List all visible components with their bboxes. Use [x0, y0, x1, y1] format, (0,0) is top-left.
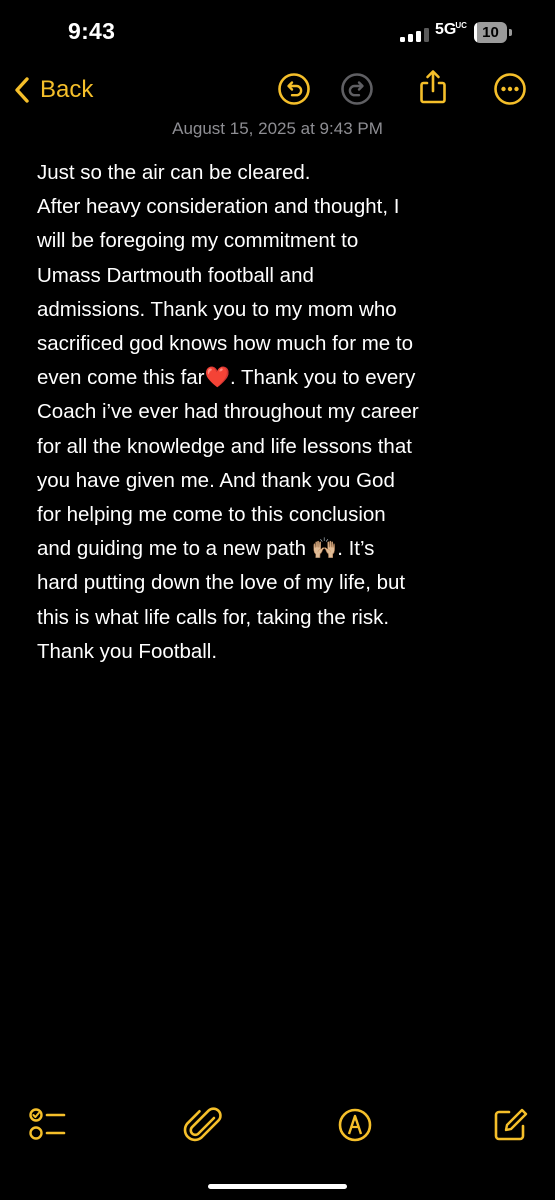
- markup-pen-icon: [338, 1108, 372, 1142]
- note-line: admissions. Thank you to my mom who: [37, 297, 397, 321]
- note-date: August 15, 2025 at 9:43 PM: [172, 119, 383, 138]
- note-line: Thank you Football.: [37, 639, 218, 663]
- more-icon: [494, 73, 526, 105]
- compose-button[interactable]: [490, 1104, 532, 1146]
- home-indicator: [208, 1184, 347, 1189]
- note-line: for helping me come to this conclusion: [37, 503, 386, 527]
- note-line: hard putting down the love of my life, b…: [37, 571, 406, 595]
- note-line: After heavy consideration and thought, I: [37, 195, 400, 219]
- chevron-left-icon: [15, 77, 29, 103]
- note-line: Umass Dartmouth football and: [37, 263, 314, 287]
- battery-level: 10: [482, 24, 499, 41]
- compose-icon: [494, 1108, 528, 1141]
- note-line: Coach i’ve ever had throughout my career: [37, 400, 419, 424]
- undo-icon: [278, 73, 310, 105]
- paperclip-icon: [183, 1107, 222, 1142]
- note-body[interactable]: Just so the air can be cleared. After he…: [37, 156, 547, 669]
- undo-button[interactable]: [277, 72, 311, 106]
- attachment-button[interactable]: [183, 1104, 225, 1146]
- back-button[interactable]: Back: [14, 72, 93, 108]
- battery-cap: [509, 29, 512, 36]
- share-icon: [420, 70, 446, 104]
- note-line: will be foregoing my commitment to: [37, 229, 359, 253]
- note-line: this is what life calls for, taking the …: [37, 605, 390, 629]
- checklist-button[interactable]: [27, 1104, 69, 1146]
- note-line: Just so the air can be cleared.: [37, 161, 311, 184]
- network-type-sup: UC: [455, 21, 467, 30]
- status-bar: 9:43 5GUC 10: [0, 0, 555, 66]
- share-button[interactable]: [418, 68, 448, 106]
- markup-button[interactable]: [334, 1104, 376, 1146]
- more-button[interactable]: [493, 72, 527, 106]
- network-type: 5GUC: [435, 21, 467, 39]
- status-time: 9:43: [68, 18, 116, 44]
- note-line: sacrificed god knows how much for me to: [37, 332, 413, 356]
- back-label: Back: [40, 76, 94, 103]
- bottom-toolbar: [0, 1104, 555, 1154]
- note-line: you have given me. And thank you God: [37, 468, 395, 492]
- battery-icon: 10: [474, 22, 514, 43]
- note-line: even come this far❤️. Thank you to every: [37, 366, 416, 390]
- note-line: and guiding me to a new path 🙌🏼. It’s: [37, 537, 375, 561]
- redo-button[interactable]: [340, 72, 374, 106]
- network-type-main: 5G: [435, 21, 457, 38]
- note-toolbar: Back: [0, 66, 555, 112]
- note-line: for all the knowledge and life lessons t…: [37, 434, 412, 458]
- cellular-signal-icon: [400, 28, 429, 42]
- checklist-icon: [29, 1108, 66, 1140]
- battery-body: 10: [474, 22, 507, 43]
- redo-icon: [341, 73, 373, 105]
